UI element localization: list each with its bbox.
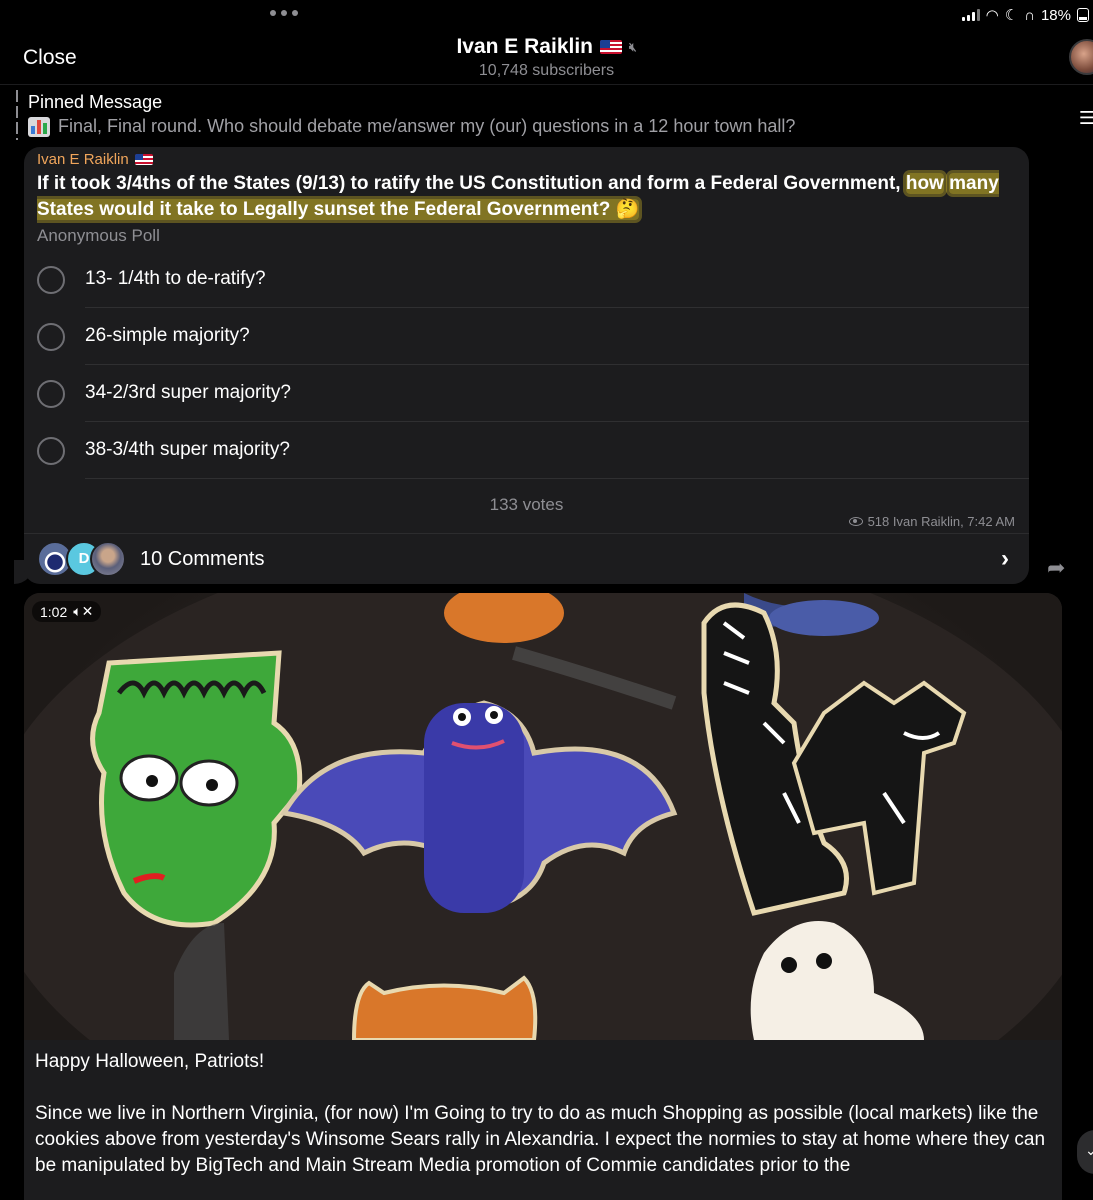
poll-option-label: 13- 1/4th to de-ratify? (85, 268, 266, 289)
bar-chart-icon (28, 116, 50, 137)
radio-button[interactable] (37, 266, 65, 294)
poll-type: Anonymous Poll (37, 226, 160, 245)
pinned-title: Pinned Message (28, 92, 163, 112)
caption-greeting: Happy Halloween, Patriots! (35, 1051, 265, 1072)
video-duration: 1:02 (40, 603, 68, 620)
radio-button[interactable] (37, 323, 65, 351)
us-flag-icon (134, 154, 153, 165)
share-icon[interactable]: ➦ (1047, 555, 1065, 581)
muted-icon: 🔇︎ (629, 39, 637, 54)
author-name: Ivan E Raiklin (37, 151, 129, 168)
poll-option-label: 34-2/3rd super majority? (85, 382, 291, 403)
channel-name: Ivan E Raiklin (456, 35, 593, 58)
pinned-indicator (16, 90, 18, 140)
pinned-text-row: Final, Final round. Who should debate me… (28, 116, 795, 137)
poll-question: If it took 3/4ths of the States (9/13) t… (37, 171, 1012, 223)
poll-option-label: 26-simple majority? (85, 325, 250, 346)
poll-option[interactable]: 13- 1/4th to de-ratify? (24, 251, 1029, 308)
moon-icon: ☾ (1004, 7, 1019, 24)
subscriber-count: 10,748 subscribers (478, 62, 615, 79)
vote-count: 133 votes (489, 495, 564, 514)
pinned-list-icon[interactable]: ☰ (1079, 108, 1093, 129)
channel-title-block[interactable]: Ivan E Raiklin 🔇︎ 10,748 subscribers (0, 35, 1093, 80)
poll-message: Ivan E Raiklin If it took 3/4ths of the … (24, 147, 1029, 584)
wifi-icon: ◠ (985, 7, 999, 24)
pinned-message-bar[interactable]: Pinned Message Final, Final round. Who s… (0, 86, 1093, 146)
poll-option[interactable]: 26-simple majority? (24, 308, 1029, 365)
chat-header: Close Ivan E Raiklin 🔇︎ 10,748 subscribe… (0, 30, 1093, 85)
us-flag-icon (600, 40, 622, 54)
cellular-signal-icon (961, 9, 980, 21)
chevron-right-icon: › (1001, 545, 1009, 572)
scroll-down-button[interactable]: ⌄ (1077, 1130, 1093, 1174)
poll-option-label: 38-3/4th super majority? (85, 439, 290, 460)
video-duration-badge[interactable]: 1:02 🔈︎✕ (32, 601, 102, 622)
question-highlight: how (905, 173, 944, 194)
post-caption: Happy Halloween, Patriots! Since we live… (35, 1049, 1050, 1200)
battery-icon (1077, 8, 1089, 22)
poll-option[interactable]: 34-2/3rd super majority? (24, 365, 1029, 422)
status-indicators: ◠ ☾ ∩ 18% (961, 6, 1089, 24)
caption-body: Since we live in Northern Virginia, (for… (35, 1103, 1046, 1176)
radio-button[interactable] (37, 437, 65, 465)
speaker-muted-icon[interactable]: 🔈︎✕ (73, 603, 93, 620)
eye-icon (848, 517, 863, 526)
status-bar: ◠ ☾ ∩ 18% (0, 0, 1093, 30)
message-meta: 518 Ivan Raiklin, 7:42 AM (848, 514, 1015, 529)
poll-option[interactable]: 38-3/4th super majority? (24, 422, 1029, 479)
message-author[interactable]: Ivan E Raiklin (37, 151, 153, 168)
channel-title: Ivan E Raiklin 🔇︎ (456, 35, 636, 59)
battery-percent: 18% (1040, 6, 1071, 24)
halloween-cookies-image (24, 593, 1062, 1040)
video-message: 1:02 🔈︎✕ Happy Halloween, Patriots! Sinc… (24, 593, 1062, 1200)
pinned-text: Final, Final round. Who should debate me… (58, 116, 796, 136)
option-divider (85, 478, 1029, 479)
video-player[interactable]: 1:02 🔈︎✕ (24, 593, 1062, 1040)
multitasking-dots-icon[interactable] (270, 10, 298, 16)
chevron-down-icon: ⌄ (1085, 1142, 1093, 1158)
question-text: If it took 3/4ths of the States (9/13) t… (37, 173, 906, 194)
views-author-time: 518 Ivan Raiklin, 7:42 AM (867, 514, 1015, 529)
commenter-avatar (90, 541, 126, 577)
comments-label: 10 Comments (140, 548, 265, 570)
radio-button[interactable] (37, 380, 65, 408)
comments-row[interactable]: D 10 Comments › (24, 533, 1029, 584)
headphones-icon: ∩ (1024, 6, 1035, 24)
